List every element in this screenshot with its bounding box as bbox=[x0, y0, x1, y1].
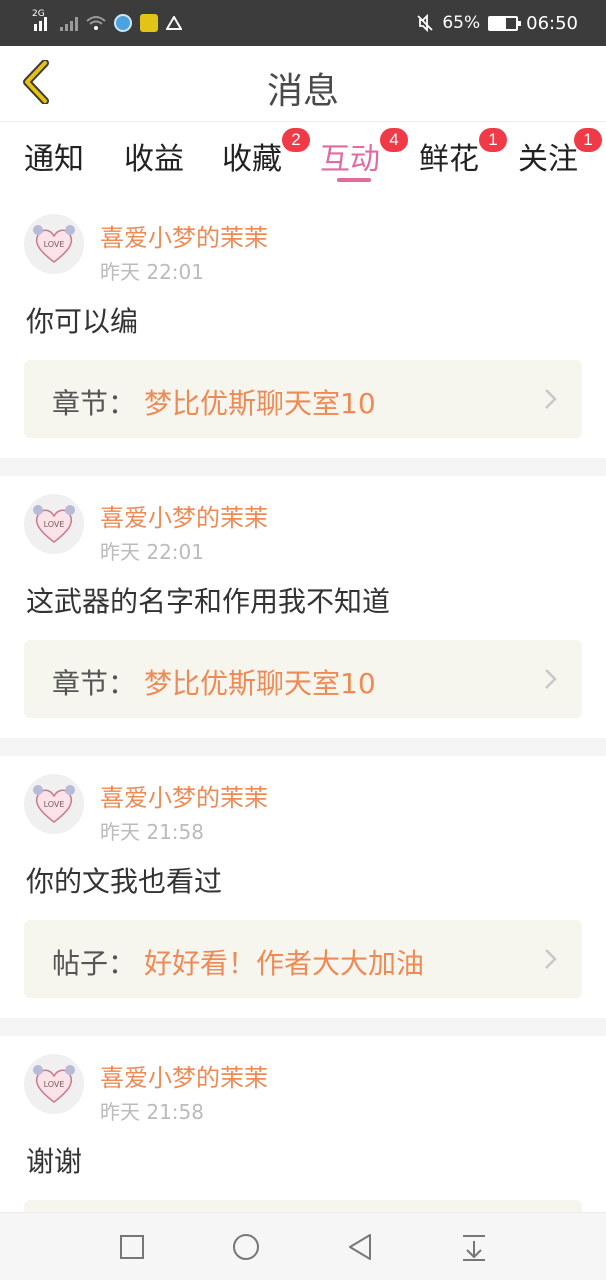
reference-link[interactable]: 章节： 梦比优斯聊天室10 bbox=[24, 640, 582, 718]
app-header: 消息 bbox=[0, 46, 606, 122]
recent-apps-button[interactable] bbox=[114, 1229, 150, 1265]
heart-love-icon: LOVE bbox=[33, 505, 75, 543]
alert-triangle-icon bbox=[166, 16, 182, 30]
chevron-right-icon bbox=[545, 389, 557, 409]
message-text: 谢谢 bbox=[26, 1145, 83, 1178]
badge-count: 1 bbox=[574, 128, 602, 152]
svg-text:LOVE: LOVE bbox=[44, 800, 65, 809]
chevron-right-icon bbox=[545, 949, 557, 969]
message-tabs: 通知 收益 收藏 2 互动 4 鲜花 1 关注 1 bbox=[0, 122, 606, 196]
app-icon bbox=[140, 14, 158, 32]
app-icon bbox=[114, 14, 132, 32]
author-name[interactable]: 喜爱小梦的茉茉 bbox=[100, 778, 268, 813]
svg-text:LOVE: LOVE bbox=[44, 520, 65, 529]
system-nav-bar bbox=[0, 1212, 606, 1280]
reference-title: 好好看！作者大大加油 bbox=[144, 947, 425, 980]
circle-icon bbox=[233, 1234, 259, 1260]
tab-interaction[interactable]: 互动 4 bbox=[320, 128, 408, 178]
status-time: 06:50 bbox=[526, 12, 578, 34]
battery-icon bbox=[488, 15, 522, 31]
battery-percent: 65% bbox=[442, 13, 481, 33]
status-bar: 2G 65% 06:50 bbox=[0, 0, 606, 46]
screen: 2G 65% 06:50 消息 通知 收益 收藏 2 互动 4 鲜花 1 关注 … bbox=[0, 0, 606, 1280]
badge-count: 4 bbox=[380, 128, 408, 152]
avatar[interactable]: LOVE bbox=[24, 494, 84, 554]
signal-x-icon bbox=[60, 15, 78, 31]
reference-title: 梦比优斯聊天室10 bbox=[144, 387, 376, 420]
svg-text:LOVE: LOVE bbox=[44, 1080, 65, 1089]
author-name[interactable]: 喜爱小梦的茉茉 bbox=[100, 1058, 268, 1093]
message-time: 昨天 21:58 bbox=[100, 1100, 204, 1124]
message-time: 昨天 21:58 bbox=[100, 820, 204, 844]
reference-link[interactable]: 帖子： 好好看！作者大大加油 bbox=[24, 920, 582, 998]
reference-label: 章节： bbox=[52, 387, 137, 420]
page-title: 消息 bbox=[266, 71, 339, 112]
message-text: 你的文我也看过 bbox=[26, 865, 223, 898]
mute-icon bbox=[417, 14, 433, 32]
tab-favorites[interactable]: 收藏 2 bbox=[222, 128, 310, 178]
message-time: 昨天 22:01 bbox=[100, 260, 204, 284]
download-icon bbox=[463, 1235, 485, 1261]
svg-text:LOVE: LOVE bbox=[44, 240, 65, 249]
message-time: 昨天 22:01 bbox=[100, 540, 204, 564]
tab-follow[interactable]: 关注 1 bbox=[518, 128, 602, 178]
avatar[interactable]: LOVE bbox=[24, 774, 84, 834]
divider bbox=[0, 738, 606, 756]
wifi-icon bbox=[86, 16, 106, 30]
tab-flowers[interactable]: 鲜花 1 bbox=[419, 128, 507, 178]
reference-label: 帖子： bbox=[52, 947, 137, 980]
message-item: LOVE 喜爱小梦的茉茉 昨天 22:01 你可以编 章节： 梦比优斯聊天室10 bbox=[0, 196, 606, 460]
notification-pull-button[interactable] bbox=[456, 1229, 492, 1265]
reference-label: 章节： bbox=[52, 667, 137, 700]
heart-love-icon: LOVE bbox=[33, 225, 75, 263]
avatar[interactable]: LOVE bbox=[24, 1054, 84, 1114]
reference-title: 梦比优斯聊天室10 bbox=[144, 667, 376, 700]
divider bbox=[0, 1018, 606, 1036]
badge-count: 1 bbox=[479, 128, 507, 152]
tab-earnings[interactable]: 收益 bbox=[124, 134, 184, 178]
message-item: LOVE 喜爱小梦的茉茉 昨天 21:58 你的文我也看过 帖子： 好好看！作者… bbox=[0, 756, 606, 1020]
message-item: LOVE 喜爱小梦的茉茉 昨天 22:01 这武器的名字和作用我不知道 章节： … bbox=[0, 476, 606, 740]
message-text: 你可以编 bbox=[26, 305, 139, 338]
heart-love-icon: LOVE bbox=[33, 1065, 75, 1103]
back-nav-button[interactable] bbox=[342, 1229, 378, 1265]
home-button[interactable] bbox=[228, 1229, 264, 1265]
chevron-right-icon bbox=[545, 669, 557, 689]
divider bbox=[0, 458, 606, 476]
heart-love-icon: LOVE bbox=[33, 785, 75, 823]
square-icon bbox=[120, 1235, 144, 1259]
message-text: 这武器的名字和作用我不知道 bbox=[26, 585, 391, 618]
signal-icon: 2G bbox=[32, 9, 52, 31]
triangle-back-icon bbox=[349, 1234, 371, 1260]
tab-notification[interactable]: 通知 bbox=[24, 134, 84, 178]
badge-count: 2 bbox=[282, 128, 310, 152]
author-name[interactable]: 喜爱小梦的茉茉 bbox=[100, 498, 268, 533]
reference-link[interactable]: 章节： 梦比优斯聊天室10 bbox=[24, 360, 582, 438]
author-name[interactable]: 喜爱小梦的茉茉 bbox=[100, 218, 268, 253]
avatar[interactable]: LOVE bbox=[24, 214, 84, 274]
active-tab-indicator bbox=[337, 178, 371, 182]
